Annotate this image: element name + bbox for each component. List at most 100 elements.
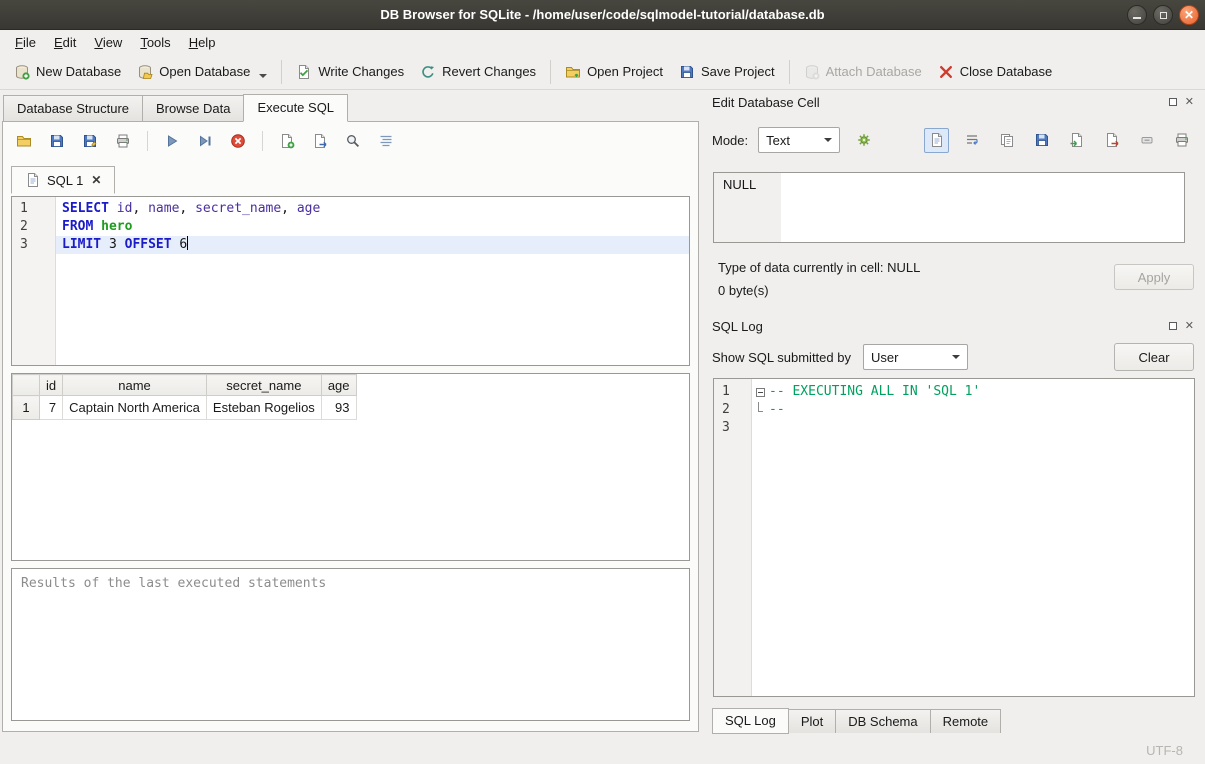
code-segment (101, 237, 109, 252)
menu-edit[interactable]: Edit (45, 32, 85, 53)
text-mode-button[interactable] (924, 128, 949, 153)
editor-code-area[interactable]: SELECT id, name, secret_name, ageFROM he… (56, 197, 689, 365)
close-button[interactable]: ✕ (1179, 5, 1199, 25)
attach-database-icon (804, 64, 820, 80)
export-cell-button[interactable] (1099, 128, 1124, 153)
menu-view[interactable]: View (85, 32, 131, 53)
results-grid[interactable]: idnamesecret_nameage 17Captain North Ame… (11, 373, 690, 561)
panel-splitter[interactable] (699, 121, 706, 732)
menu-file[interactable]: File (6, 32, 45, 53)
maximize-button[interactable] (1153, 5, 1173, 25)
find-replace-button[interactable] (342, 130, 364, 152)
toolbar-separator (281, 60, 282, 84)
results-body: 17Captain North AmericaEsteban Rogelios9… (13, 396, 357, 420)
sql-log-view[interactable]: 123 -- EXECUTING ALL IN 'SQL 1'-- (713, 378, 1195, 697)
titlebar[interactable]: DB Browser for SQLite - /home/user/code/… (0, 0, 1205, 30)
cell-secret-name[interactable]: Esteban Rogelios (206, 396, 321, 420)
cell-id[interactable]: 7 (40, 396, 63, 420)
cell-age[interactable]: 93 (321, 396, 356, 420)
tab-sql-log[interactable]: SQL Log (712, 708, 789, 734)
sql-log-filter-row: Show SQL submitted by User Clear (712, 342, 1194, 372)
tab-plot[interactable]: Plot (788, 709, 836, 733)
cell-editor[interactable]: NULL (713, 172, 1185, 243)
tab-database-structure[interactable]: Database Structure (3, 95, 143, 121)
copy-cell-button[interactable] (994, 128, 1019, 153)
sql-file-icon (25, 172, 41, 188)
clear-button-label: Clear (1138, 350, 1169, 365)
fold-marker[interactable] (752, 383, 769, 401)
close-panel-icon[interactable]: ✕ (1185, 321, 1194, 332)
line-number: 3 (12, 236, 55, 254)
save-sql-file-icon (49, 133, 65, 149)
code-segment: LIMIT (62, 237, 101, 252)
code-segment: 6 (179, 237, 187, 252)
log-filter-label: Show SQL submitted by (712, 350, 851, 365)
code-line[interactable]: SELECT id, name, secret_name, age (56, 200, 689, 218)
save-cell-button[interactable] (1029, 128, 1054, 153)
auto-mode-icon (856, 132, 872, 148)
clear-log-button[interactable]: Clear (1114, 343, 1194, 371)
close-tab-icon[interactable]: ✕ (91, 173, 101, 187)
tab-sql-1[interactable]: SQL 1 ✕ (11, 166, 115, 194)
tab-browse-data[interactable]: Browse Data (142, 95, 244, 121)
set-null-button[interactable] (1134, 128, 1159, 153)
export-sql-button[interactable] (309, 130, 331, 152)
close-database-button[interactable]: Close Database (930, 59, 1061, 85)
save-project-button[interactable]: Save Project (671, 59, 783, 85)
dropdown-arrow-icon[interactable] (259, 74, 267, 78)
code-segment: name (148, 201, 179, 216)
column-header-name[interactable]: name (63, 375, 207, 396)
execution-status-box[interactable]: Results of the last executed statements (11, 568, 690, 721)
word-wrap-button[interactable] (959, 128, 984, 153)
code-line[interactable]: FROM hero (56, 218, 689, 236)
code-segment: FROM (62, 219, 93, 234)
write-changes-button[interactable]: Write Changes (288, 59, 412, 85)
cell-mode-row: Mode: Text (712, 126, 1194, 154)
execute-all-button[interactable] (161, 130, 183, 152)
execute-current-line-button[interactable] (194, 130, 216, 152)
print-sql-button[interactable] (112, 130, 134, 152)
fold-collapse-icon[interactable] (756, 388, 765, 397)
minimize-button[interactable] (1127, 5, 1147, 25)
new-database-button[interactable]: New Database (6, 59, 129, 85)
stop-execution-button[interactable] (227, 130, 249, 152)
open-in-new-tab-button[interactable] (276, 130, 298, 152)
menu-help[interactable]: Help (180, 32, 225, 53)
menu-tools[interactable]: Tools (131, 32, 179, 53)
save-sql-file-button[interactable] (46, 130, 68, 152)
tab-remote[interactable]: Remote (930, 709, 1002, 733)
float-panel-icon[interactable] (1169, 98, 1177, 106)
encoding-indicator[interactable]: UTF-8 (1146, 743, 1183, 758)
mode-combobox[interactable]: Text (758, 127, 840, 153)
cell-name[interactable]: Captain North America (63, 396, 207, 420)
log-filter-combobox[interactable]: User (863, 344, 968, 370)
open-database-button[interactable]: Open Database (129, 59, 275, 85)
open-project-button[interactable]: Open Project (557, 59, 671, 85)
log-fold-column[interactable] (752, 379, 769, 696)
row-header[interactable]: 1 (13, 396, 40, 420)
revert-changes-button[interactable]: Revert Changes (412, 59, 544, 85)
column-header-id[interactable]: id (40, 375, 63, 396)
log-line: -- EXECUTING ALL IN 'SQL 1' (769, 383, 980, 401)
column-header-secret-name[interactable]: secret_name (206, 375, 321, 396)
import-cell-button[interactable] (1064, 128, 1089, 153)
cell-size-info: 0 byte(s) (718, 283, 769, 298)
apply-button[interactable]: Apply (1114, 264, 1194, 290)
open-sql-file-button[interactable] (13, 130, 35, 152)
tab-execute-sql[interactable]: Execute SQL (243, 94, 348, 122)
tab-db-schema[interactable]: DB Schema (835, 709, 930, 733)
print-cell-button[interactable] (1169, 128, 1194, 153)
column-header-age[interactable]: age (321, 375, 356, 396)
edit-cell-title: Edit Database Cell (712, 95, 1169, 110)
code-line[interactable]: LIMIT 3 OFFSET 6 (56, 236, 689, 254)
auto-mode-button[interactable] (850, 127, 878, 153)
toolbar-button-label: Save Project (701, 64, 775, 79)
save-sql-as-button[interactable] (79, 130, 101, 152)
float-panel-icon[interactable] (1169, 322, 1177, 330)
revert-changes-icon (420, 64, 436, 80)
auto-format-button[interactable] (375, 130, 397, 152)
cell-editor-toolbar (924, 128, 1194, 153)
sql-editor[interactable]: 123 SELECT id, name, secret_name, ageFRO… (11, 196, 690, 366)
toolbar-button-label: Open Database (159, 64, 250, 79)
close-panel-icon[interactable]: ✕ (1185, 97, 1194, 108)
